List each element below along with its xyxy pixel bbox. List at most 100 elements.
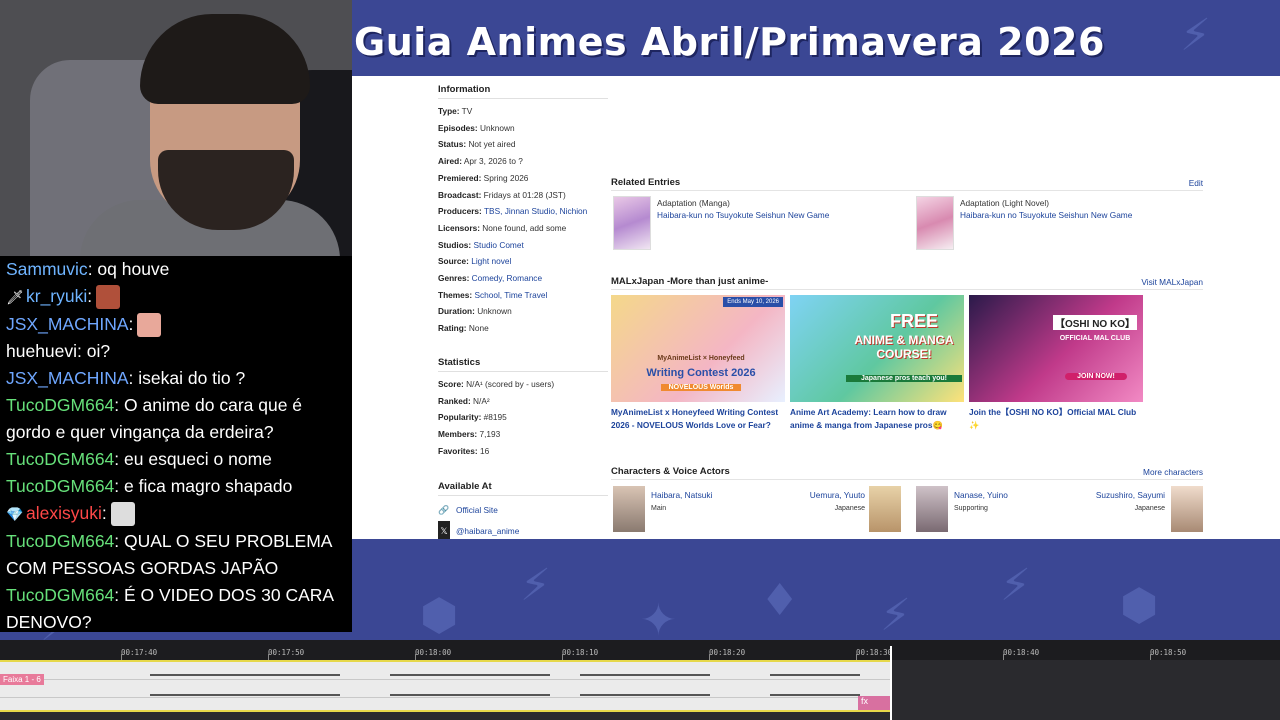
info-label: Ranked: <box>438 395 471 406</box>
promo-card-art-academy[interactable]: FREE ANIME & MANGA COURSE! Japanese pros… <box>790 295 964 431</box>
ends-badge: Ends May 10, 2026 <box>723 297 783 307</box>
info-value: #8195 <box>483 412 507 423</box>
info-label: Studios: <box>438 239 472 250</box>
chat-username[interactable]: TucoDGM664 <box>6 395 114 415</box>
waveform <box>800 674 860 676</box>
chat-username[interactable]: huehuevi <box>6 341 77 361</box>
related-type: Adaptation (Light Novel) <box>960 198 1050 208</box>
tick-label: 00:18:20 <box>709 648 746 657</box>
x-icon: 𝕏 <box>438 521 450 539</box>
chat-username[interactable]: alexisyuki <box>26 503 102 523</box>
info-label: Licensors: <box>438 222 480 233</box>
info-row: Rating: None <box>438 320 608 337</box>
related-title[interactable]: Haibara-kun no Tsuyokute Seishun New Gam… <box>657 210 829 220</box>
chat-text: : eu esqueci o nome <box>114 449 272 469</box>
tick-label: 00:17:50 <box>268 648 305 657</box>
info-value: Studio Comet <box>473 239 524 250</box>
chat-username[interactable]: TucoDGM664 <box>6 531 114 551</box>
info-row: Source: Light novel <box>438 253 608 270</box>
info-value: Not yet aired <box>468 139 516 150</box>
related-title[interactable]: Haibara-kun no Tsuyokute Seishun New Gam… <box>960 210 1132 220</box>
character-row: Nanase, Yuino Supporting Suzushiro, Sayu… <box>914 486 1203 534</box>
info-value: Comedy, Romance <box>471 273 543 284</box>
voice-actor-name[interactable]: Suzushiro, Sayumi <box>1096 490 1165 500</box>
stat-row: Favorites: 16 <box>438 443 608 460</box>
info-label: Genres: <box>438 273 470 284</box>
info-label: Premiered: <box>438 172 482 183</box>
chat-emote <box>96 285 121 310</box>
voice-actor-language: Japanese <box>834 505 865 512</box>
stat-row: Popularity: #8195 <box>438 409 608 426</box>
chat-username[interactable]: TucoDGM664 <box>6 449 114 469</box>
info-value: N/A¹ (scored by - users) <box>466 378 555 389</box>
character-avatar[interactable] <box>916 486 948 532</box>
related-entry-light-novel[interactable]: Adaptation (Light Novel) Haibara-kun no … <box>914 196 1204 252</box>
waveform <box>580 674 710 676</box>
chat-text: : <box>87 286 93 306</box>
info-label: Score: <box>438 378 464 389</box>
voice-actor-language: Japanese <box>1134 505 1165 512</box>
related-type: Adaptation (Manga) <box>657 198 730 208</box>
info-value: Unknown <box>479 122 515 133</box>
playhead[interactable] <box>890 646 892 720</box>
info-row: Studios: Studio Comet <box>438 237 608 254</box>
card-caption[interactable]: MyAnimeList x Honeyfeed Writing Contest … <box>611 406 785 431</box>
info-row: Licensors: None found, add some <box>438 220 608 237</box>
oshi-no-ko-image: 【OSHI NO KO】 OFFICIAL MAL CLUB JOIN NOW! <box>969 295 1143 402</box>
visit-mal-japan-link[interactable]: Visit MALxJapan <box>1141 277 1203 287</box>
track-label: Faixa 1 - 6 <box>0 674 44 685</box>
information-heading: Information <box>438 76 608 99</box>
info-label: Producers: <box>438 206 482 217</box>
card-caption[interactable]: Join the【OSHI NO KO】Official MAL Club ✨ <box>969 406 1143 431</box>
info-label: Duration: <box>438 306 475 317</box>
info-row: Genres: Comedy, Romance <box>438 270 608 287</box>
waveform <box>150 674 270 676</box>
chat-message: TucoDGM664: eu esqueci o nome <box>6 446 346 473</box>
time-ruler[interactable]: 00:17:40 00:17:50 00:18:00 00:18:10 00:18:20… <box>0 640 1280 660</box>
info-value: Apr 3, 2026 to ? <box>463 156 523 167</box>
promo-card-oshi-no-ko[interactable]: 【OSHI NO KO】 OFFICIAL MAL CLUB JOIN NOW!… <box>969 295 1143 431</box>
chat-message: TucoDGM664: QUAL O SEU PROBLEMA COM PESS… <box>6 528 346 582</box>
tick-label: 00:18:10 <box>562 648 599 657</box>
chat-text: : isekai do tio ? <box>128 368 246 388</box>
edit-link[interactable]: Edit <box>1189 178 1203 188</box>
info-value: 7,193 <box>479 428 501 439</box>
card-caption[interactable]: Anime Art Academy: Learn how to draw ani… <box>790 406 964 431</box>
info-row: Premiered: Spring 2026 <box>438 170 608 187</box>
character-name[interactable]: Haibara, Natsuki <box>651 490 712 500</box>
light-novel-cover <box>916 196 954 250</box>
voice-actor-avatar[interactable] <box>869 486 901 532</box>
more-characters-link[interactable]: More characters <box>1143 467 1203 477</box>
waveform <box>390 694 550 696</box>
chat-emote <box>110 502 135 527</box>
character-role: Supporting <box>954 505 988 512</box>
info-label: Themes: <box>438 289 473 300</box>
chat-username[interactable]: TucoDGM664 <box>6 585 114 605</box>
chat-username[interactable]: JSX_MACHINA <box>6 368 129 388</box>
info-label: Broadcast: <box>438 189 482 200</box>
editor-timeline[interactable]: 00:17:40 00:17:50 00:18:00 00:18:10 00:18:20… <box>0 640 1280 720</box>
info-value: School, Time Travel <box>474 289 548 300</box>
character-avatar[interactable] <box>613 486 645 532</box>
fx-button[interactable]: fx <box>858 696 890 710</box>
chat-text: : <box>128 314 134 334</box>
character-row: Haibara, Natsuki Main Uemura, Yuuto Japa… <box>611 486 903 534</box>
tick-label: 00:18:00 <box>415 648 452 657</box>
character-role: Main <box>651 505 667 512</box>
twitter-link[interactable]: 𝕏 @haibara_anime <box>438 521 608 539</box>
info-row: Producers: TBS, Jinnan Studio, Nichion <box>438 203 608 220</box>
chat-username[interactable]: kr_ryuki <box>26 286 87 306</box>
chat-username[interactable]: Sammuvic <box>6 259 88 279</box>
official-site-link[interactable]: 🔗 Official Site <box>438 500 608 521</box>
waveform <box>390 674 550 676</box>
audio-track[interactable] <box>0 660 890 712</box>
character-name[interactable]: Nanase, Yuino <box>954 490 1008 500</box>
promo-card-writing-contest[interactable]: Ends May 10, 2026 MyAnimeList × Honeyfee… <box>611 295 785 431</box>
voice-actor-name[interactable]: Uemura, Yuuto <box>810 490 865 500</box>
voice-actor-avatar[interactable] <box>1171 486 1203 532</box>
chat-username[interactable]: JSX_MACHINA <box>6 314 129 334</box>
info-row: Themes: School, Time Travel <box>438 287 608 304</box>
chat-username[interactable]: TucoDGM664 <box>6 476 114 496</box>
info-value: TV <box>461 106 473 116</box>
related-entry-manga[interactable]: Adaptation (Manga) Haibara-kun no Tsuyok… <box>611 196 901 252</box>
